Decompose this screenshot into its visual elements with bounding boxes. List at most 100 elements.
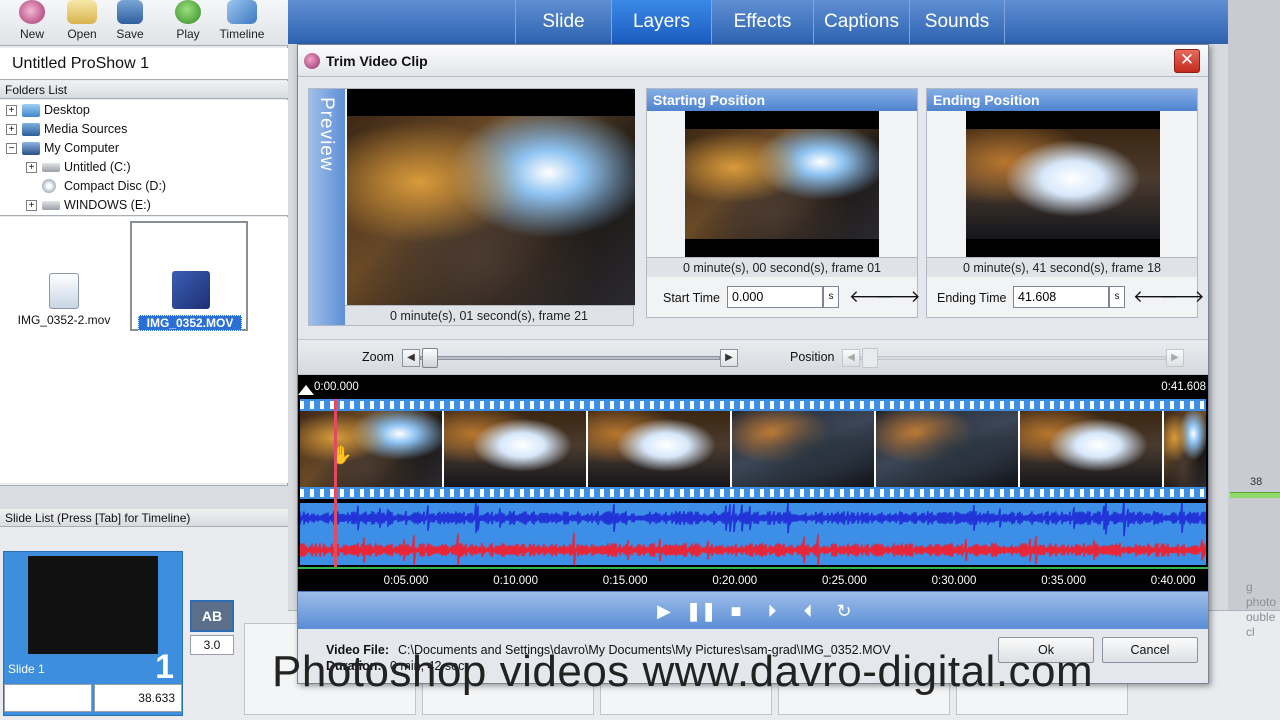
show-title: Untitled ProShow 1 [0, 48, 288, 80]
stop-icon[interactable]: ■ [722, 598, 750, 624]
slide-thumbnail [28, 556, 158, 654]
zoom-label: Zoom [362, 350, 394, 364]
cancel-button[interactable]: Cancel [1102, 637, 1198, 663]
zoom-left-arrow-icon[interactable]: ◀ [402, 349, 420, 367]
end-frame-caption: 0 minute(s), 41 second(s), frame 18 [927, 257, 1197, 277]
film-frame [1164, 411, 1206, 487]
left-panel: New Open Save Play Timeline Untitled Pro… [0, 0, 288, 720]
film-frame [876, 411, 1020, 487]
play-icon[interactable]: ▶ [650, 598, 678, 624]
timeline-tick-label: 0:30.000 [931, 575, 977, 587]
transition-time[interactable]: 3.0 [190, 635, 234, 655]
slide-item[interactable]: Slide 1 1 38.633 [3, 551, 183, 716]
tab-slide[interactable]: Slide [515, 0, 611, 44]
start-next-frame-icon[interactable]: 🡒 [875, 287, 921, 307]
expand-icon[interactable]: + [6, 105, 17, 116]
position-left-arrow-icon[interactable]: ◀ [842, 349, 860, 367]
timeline-tick-label: 0:20.000 [712, 575, 758, 587]
audio-level-bar [1230, 492, 1280, 498]
open-folder-icon [67, 0, 97, 24]
start-prev-frame-icon[interactable]: 🡐 [849, 287, 895, 307]
cd-icon [42, 179, 56, 193]
folders-list-header: Folders List [0, 81, 288, 99]
timeline-icon [227, 0, 257, 24]
waveform-channel [300, 532, 1206, 565]
trim-start-marker-icon[interactable] [298, 385, 314, 395]
ending-time-unit: s [1109, 286, 1125, 308]
end-prev-frame-icon[interactable]: 🡐 [1133, 287, 1179, 307]
filmstrip[interactable]: ✋ [300, 399, 1206, 499]
timeline-tick-label: 0:25.000 [822, 575, 867, 587]
transition-icon[interactable]: AB [190, 600, 234, 632]
next-icon[interactable]: ⏵ [758, 598, 786, 624]
ending-time-label: Ending Time [937, 291, 1007, 305]
transport-controls: ▶ ❚❚ ■ ⏵ ⏴ ↻ [298, 591, 1208, 629]
dialog-title: Trim Video Clip [326, 53, 428, 69]
tab-effects[interactable]: Effects [711, 0, 813, 44]
timeline-top-ruler: 0:00.000 0:41.608 [298, 375, 1208, 399]
starting-position-header: Starting Position [647, 89, 917, 111]
preview-video[interactable] [347, 89, 635, 305]
preview-panel: Preview 0 minute(s), 01 second(s), frame… [308, 88, 635, 326]
position-slider-track[interactable] [860, 356, 1166, 360]
drag-hint: g photo ouble cl [1246, 580, 1277, 639]
panel-splitter[interactable] [0, 485, 288, 509]
zoom-right-arrow-icon[interactable]: ▶ [720, 349, 738, 367]
slide-duration[interactable]: 38.633 [94, 684, 182, 712]
zoom-slider-thumb[interactable] [422, 348, 438, 368]
file-item-selected[interactable]: IMG_0352.MOV [130, 221, 248, 331]
preview-label-strip: Preview [309, 89, 345, 325]
zoom-position-row: Zoom ◀ ▶ Position ◀ ▶ [298, 339, 1208, 375]
save-button[interactable]: Save [104, 0, 156, 46]
previous-icon[interactable]: ⏴ [794, 598, 822, 624]
close-button[interactable]: ✕ [1174, 49, 1200, 73]
ending-position-panel: Ending Position 0 minute(s), 41 second(s… [926, 88, 1205, 318]
watermark-text: Photoshop videos www.davro-digital.com [272, 647, 1094, 696]
play-icon [175, 0, 201, 24]
open-button[interactable]: Open [56, 0, 108, 46]
position-right-arrow-icon[interactable]: ▶ [1166, 349, 1184, 367]
slide-list-header: Slide List (Press [Tab] for Timeline) [0, 509, 288, 527]
zoom-slider-track[interactable] [420, 356, 720, 360]
trim-timeline[interactable]: 0:00.000 0:41.608 ✋ 0:05.000 0:10.000 0:15… [298, 375, 1208, 591]
file-item[interactable]: IMG_0352-2.mov [5, 221, 123, 331]
film-frame [444, 411, 588, 487]
pause-icon[interactable]: ❚❚ [686, 598, 716, 624]
computer-icon [22, 142, 40, 155]
start-frame-caption: 0 minute(s), 00 second(s), frame 01 [647, 257, 917, 277]
main-toolbar: New Open Save Play Timeline [0, 0, 288, 46]
preview-frame-caption: 0 minute(s), 01 second(s), frame 21 [345, 305, 633, 325]
tab-layers[interactable]: Layers [611, 0, 711, 44]
drive-icon [42, 163, 60, 172]
film-frame [300, 411, 444, 487]
expand-icon[interactable]: + [6, 124, 17, 135]
slide-sound-field [4, 684, 92, 712]
end-next-frame-icon[interactable]: 🡒 [1159, 287, 1205, 307]
timeline-tick-label: 0:35.000 [1041, 575, 1086, 587]
movie-file-icon [49, 273, 79, 309]
starting-position-panel: Starting Position 0 minute(s), 00 second… [646, 88, 921, 318]
timeline-start-time: 0:00.000 [314, 381, 359, 393]
playhead[interactable] [334, 399, 337, 567]
loop-icon[interactable]: ↻ [830, 598, 858, 624]
tab-bar: Slide Layers Effects Captions Sounds [288, 0, 1228, 44]
new-button[interactable]: New [6, 0, 58, 46]
sprocket-holes-bottom [300, 489, 1206, 497]
collapse-icon[interactable]: − [6, 143, 17, 154]
movie-file-icon [172, 271, 210, 309]
ending-time-input[interactable] [1013, 286, 1109, 308]
start-time-input[interactable] [727, 286, 823, 308]
audio-waveform [300, 503, 1206, 565]
play-button[interactable]: Play [162, 0, 214, 46]
timeline-tick-label: 0:10.000 [493, 575, 538, 587]
timeline-button[interactable]: Timeline [214, 0, 270, 46]
expand-icon[interactable]: + [26, 162, 37, 173]
expand-icon[interactable]: + [26, 200, 37, 211]
desktop-icon [22, 104, 40, 117]
dialog-titlebar[interactable]: Trim Video Clip ✕ [298, 45, 1208, 77]
tab-captions[interactable]: Captions [813, 0, 909, 44]
tab-sounds[interactable]: Sounds [909, 0, 1005, 44]
position-slider-thumb[interactable] [862, 348, 878, 368]
waveform-graphic [300, 503, 1206, 565]
start-time-label: Start Time [663, 291, 720, 305]
